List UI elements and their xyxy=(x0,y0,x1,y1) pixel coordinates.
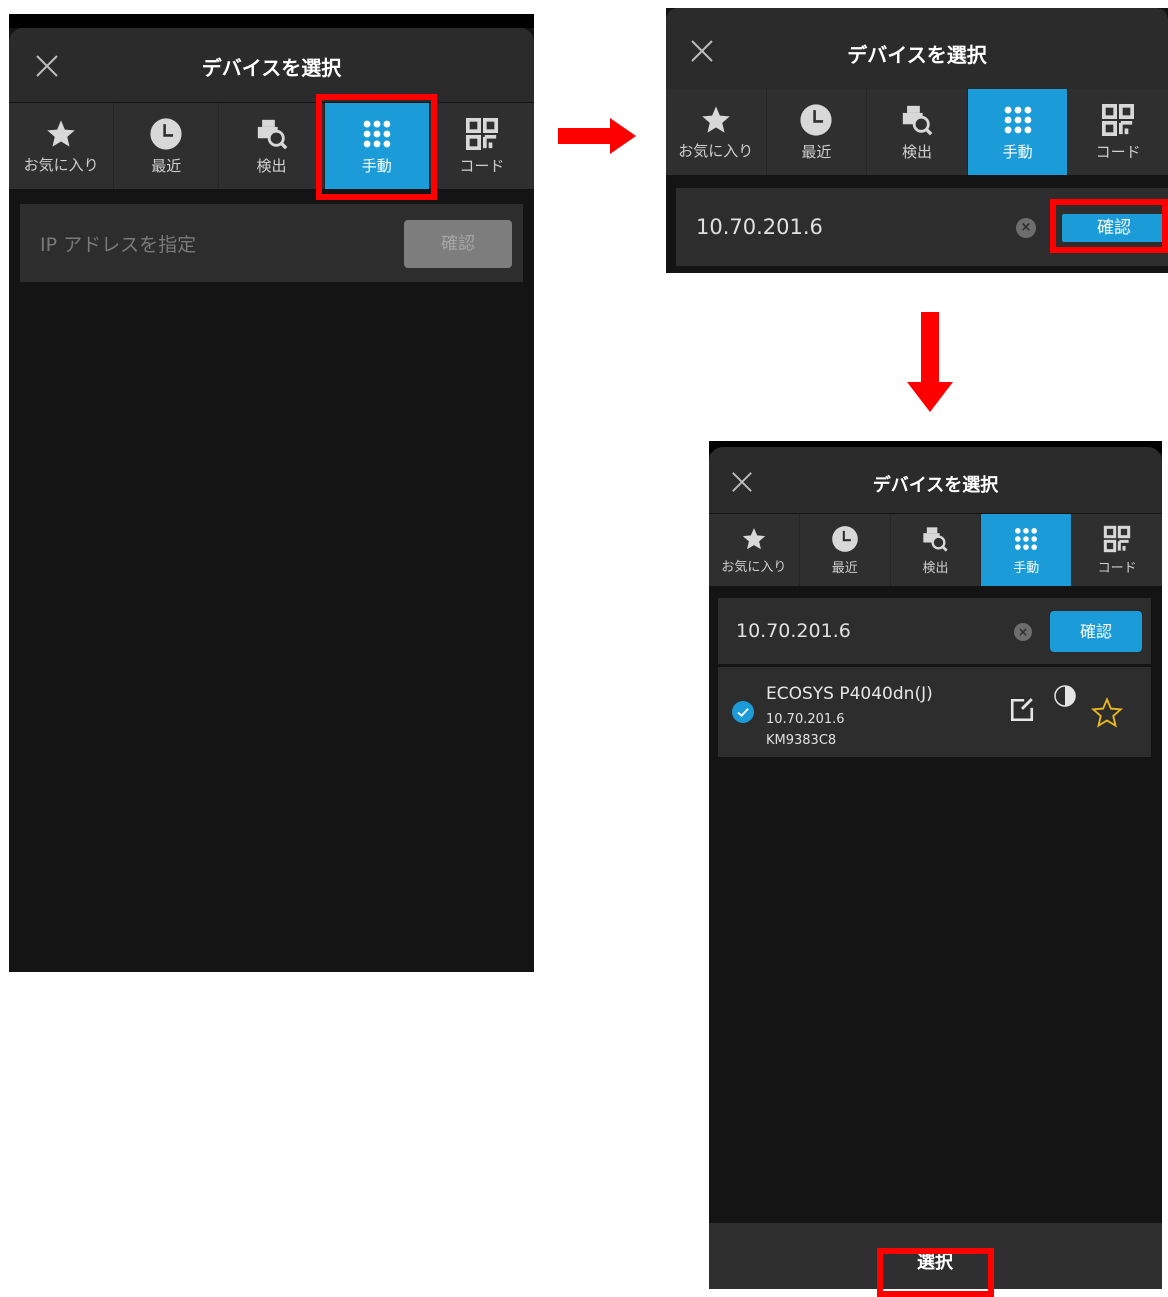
clear-input-icon[interactable]: × xyxy=(1014,623,1032,641)
clock-icon xyxy=(800,103,832,136)
ip-address-input[interactable]: 10.70.201.6 xyxy=(696,215,823,239)
tab-favorites[interactable]: お気に入り xyxy=(709,514,800,586)
tab-code[interactable]: コード xyxy=(430,103,534,189)
tab-label: お気に入り xyxy=(721,559,787,575)
step3-screen: デバイスを選択 お気に入り 最近 検出 手動 コード 10.70.201.6 ×… xyxy=(709,441,1162,1289)
tab-label: 手動 xyxy=(1002,142,1033,161)
tab-label: お気に入り xyxy=(23,155,99,174)
highlight-manual-tab xyxy=(316,94,437,200)
tab-label: 検出 xyxy=(256,156,287,175)
dialog-title: デバイスを選択 xyxy=(201,56,342,80)
confirm-button[interactable]: 確認 xyxy=(404,220,512,268)
star-icon xyxy=(47,119,75,147)
tab-label: 最近 xyxy=(801,142,832,161)
tab-label: お気に入り xyxy=(678,141,754,160)
tab-label: 最近 xyxy=(831,560,858,576)
tab-label: コード xyxy=(1097,560,1137,576)
ip-address-bar: IP アドレスを指定 確認 xyxy=(20,204,523,282)
dialog-header: デバイスを選択 xyxy=(709,447,1162,513)
qr-code-icon xyxy=(1103,525,1131,552)
keypad-icon xyxy=(1004,106,1031,133)
keypad-icon xyxy=(1015,527,1038,550)
tab-bar: お気に入り 最近 検出 手動 コード xyxy=(709,514,1162,586)
tab-label: 最近 xyxy=(151,156,182,175)
clock-icon xyxy=(150,117,182,150)
tab-label: 検出 xyxy=(922,560,949,576)
down-arrow-icon xyxy=(907,312,953,412)
printer-search-icon xyxy=(257,119,287,149)
ip-address-bar: 10.70.201.6 × 確認 xyxy=(718,598,1151,664)
highlight-confirm-button xyxy=(1050,199,1168,253)
tab-label: 検出 xyxy=(901,142,932,161)
printer-search-icon xyxy=(923,526,949,552)
qr-code-icon xyxy=(465,117,498,150)
check-selected-icon[interactable] xyxy=(732,701,754,723)
dialog-title: デバイスを選択 xyxy=(872,475,999,496)
tab-discover[interactable]: 検出 xyxy=(891,514,982,586)
tab-label: コード xyxy=(459,156,505,175)
tab-favorites[interactable]: お気に入り xyxy=(666,89,767,175)
tab-label: 手動 xyxy=(1013,560,1040,576)
tab-code[interactable]: コード xyxy=(1068,89,1168,175)
tab-bar: お気に入り 最近 検出 手動 コード xyxy=(666,89,1168,175)
tab-discover[interactable]: 検出 xyxy=(219,103,325,189)
clear-input-icon[interactable]: × xyxy=(1016,218,1036,238)
tab-label: コード xyxy=(1095,142,1141,161)
tab-code[interactable]: コード xyxy=(1072,514,1162,586)
right-arrow-icon xyxy=(558,118,636,154)
dialog-header: デバイスを選択 xyxy=(666,8,1168,89)
device-model: ECOSYS P4040dn(J) xyxy=(766,684,933,704)
device-ip: 10.70.201.6 xyxy=(766,712,845,727)
favorite-star-icon[interactable] xyxy=(1090,697,1124,729)
ip-address-input[interactable]: 10.70.201.6 xyxy=(736,620,851,642)
tab-manual[interactable]: 手動 xyxy=(981,514,1073,586)
confirm-button[interactable]: 確認 xyxy=(1050,611,1142,652)
device-list-item[interactable]: ECOSYS P4040dn(J) 10.70.201.6 KM9383C8 xyxy=(718,667,1151,757)
star-icon xyxy=(742,527,766,549)
tab-recent[interactable]: 最近 xyxy=(114,103,220,189)
step1-screen: デバイスを選択 お気に入り 最近 検出 手動 コード IP アドレスを指定 確認 xyxy=(9,14,534,972)
monochrome-icon xyxy=(1054,685,1076,707)
edit-icon[interactable] xyxy=(1009,697,1035,723)
printer-search-icon xyxy=(902,105,933,135)
clock-icon xyxy=(831,525,858,552)
tab-manual[interactable]: 手動 xyxy=(967,89,1069,175)
qr-code-icon xyxy=(1102,103,1135,136)
highlight-select-button xyxy=(877,1248,994,1297)
tab-recent[interactable]: 最近 xyxy=(767,89,868,175)
tab-favorites[interactable]: お気に入り xyxy=(9,103,115,189)
tab-discover[interactable]: 検出 xyxy=(867,89,968,175)
device-host: KM9383C8 xyxy=(766,733,837,748)
ip-address-input[interactable]: IP アドレスを指定 xyxy=(40,230,196,257)
dialog-title: デバイスを選択 xyxy=(847,43,987,67)
tab-bar: お気に入り 最近 検出 手動 コード xyxy=(9,103,534,189)
dialog-header: デバイスを選択 xyxy=(9,28,534,102)
tab-recent[interactable]: 最近 xyxy=(800,514,891,586)
star-icon xyxy=(702,105,730,133)
